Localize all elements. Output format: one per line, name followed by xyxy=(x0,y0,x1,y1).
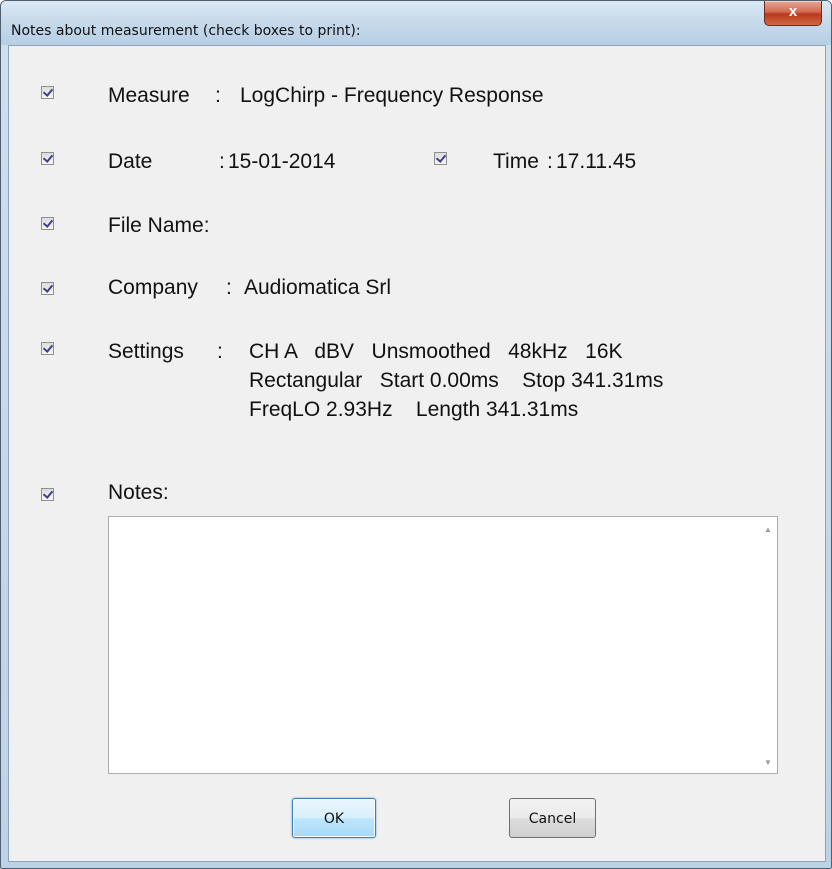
time-label: Time xyxy=(493,150,539,173)
settings-line-2: Rectangular Start 0.00ms Stop 341.31ms xyxy=(249,369,664,392)
date-label: Date xyxy=(108,150,153,173)
notes-scrollbar[interactable]: ▲ ▼ xyxy=(760,517,777,773)
company-checkbox[interactable] xyxy=(41,282,54,295)
scroll-up-icon[interactable]: ▲ xyxy=(764,525,772,534)
time-separator: : xyxy=(547,150,553,173)
settings-label: Settings xyxy=(108,340,184,363)
title-bar[interactable]: Notes about measurement (check boxes to … xyxy=(1,1,831,45)
notes-textarea[interactable]: ▲ ▼ xyxy=(108,516,778,774)
settings-line-3: FreqLO 2.93Hz Length 341.31ms xyxy=(249,398,579,421)
settings-separator: : xyxy=(217,340,223,363)
cancel-button[interactable]: Cancel xyxy=(509,798,596,838)
company-separator: : xyxy=(226,276,232,299)
measure-label: Measure xyxy=(108,84,190,107)
dialog-body: Measure : LogChirp - Frequency Response … xyxy=(8,45,826,862)
settings-checkbox[interactable] xyxy=(41,342,54,355)
close-icon: x xyxy=(788,3,798,20)
dialog-title: Notes about measurement (check boxes to … xyxy=(11,23,361,39)
ok-button[interactable]: OK xyxy=(292,798,376,838)
time-value: 17.11.45 xyxy=(556,150,637,173)
measure-checkbox[interactable] xyxy=(41,86,54,99)
date-value: 15-01-2014 xyxy=(228,150,336,173)
scroll-down-icon[interactable]: ▼ xyxy=(764,758,772,767)
measure-value: LogChirp - Frequency Response xyxy=(240,84,544,107)
company-value: Audiomatica Srl xyxy=(244,276,392,299)
date-checkbox[interactable] xyxy=(41,152,54,165)
settings-line-1: CH A dBV Unsmoothed 48kHz 16K xyxy=(249,340,623,363)
close-button[interactable]: x xyxy=(764,1,822,26)
time-checkbox[interactable] xyxy=(434,152,447,165)
notes-label: Notes: xyxy=(108,481,169,504)
file-name-checkbox[interactable] xyxy=(41,217,54,230)
notes-checkbox[interactable] xyxy=(41,488,54,501)
company-label: Company xyxy=(108,276,198,299)
dialog-window: Notes about measurement (check boxes to … xyxy=(0,0,832,869)
date-separator: : xyxy=(219,150,225,173)
measure-separator: : xyxy=(215,84,221,107)
file-name-label: File Name: xyxy=(108,214,210,237)
